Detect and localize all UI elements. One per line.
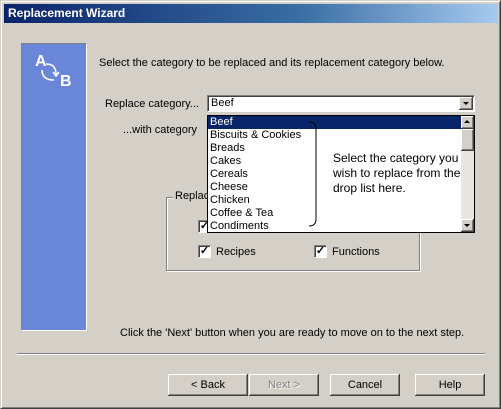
scroll-up-button[interactable] [461,116,474,129]
title-bar: Replacement Wizard [4,4,498,23]
arrow-up-icon [464,120,470,123]
replace-options-group-label: Replac [173,190,212,202]
recipes-label[interactable]: Recipes [216,246,256,258]
help-button-label: Help [438,379,462,391]
help-button[interactable]: Help [415,374,485,396]
chevron-down-icon [463,102,469,105]
back-button-label: < Back [191,379,225,391]
wizard-window: Replacement Wizard A B Select the catego… [0,0,501,409]
functions-label[interactable]: Functions [332,246,380,258]
a-to-b-logo-icon: A B [35,53,72,90]
list-item[interactable]: Coffee & Tea [208,207,462,220]
next-button[interactable]: Next > [249,374,319,396]
logo-letter-a: A [35,53,47,70]
list-item[interactable]: Condiments [208,220,462,233]
scroll-thumb[interactable] [461,129,474,151]
footer-separator [17,353,485,355]
with-category-label: ...with category [123,124,197,136]
scroll-down-button[interactable] [461,219,474,232]
replace-category-label: Replace category... [105,98,199,110]
replace-category-value: Beef [211,97,234,109]
replace-category-dropdown-button[interactable] [459,97,473,110]
replace-category-combo[interactable]: Beef [207,95,475,112]
recipes-checkbox[interactable]: ✓ [198,245,211,258]
functions-checkbox[interactable]: ✓ [314,245,327,258]
back-button[interactable]: < Back [168,374,248,396]
instructions-text: Select the category to be replaced and i… [99,57,445,69]
window-title: Replacement Wizard [8,6,126,20]
footer-hint: Click the 'Next' button when you are rea… [120,327,465,339]
cancel-button[interactable]: Cancel [330,374,400,396]
next-button-label: Next > [267,379,301,391]
logo-letter-b: B [60,73,72,90]
callout-brace-icon [308,121,317,227]
cancel-button-label: Cancel [347,379,383,391]
callout-tooltip: Select the category you wish to replace … [333,151,461,195]
list-item[interactable]: Biscuits & Cookies [208,129,462,142]
arrow-down-icon [464,224,470,227]
list-item[interactable]: Beef [208,116,462,129]
